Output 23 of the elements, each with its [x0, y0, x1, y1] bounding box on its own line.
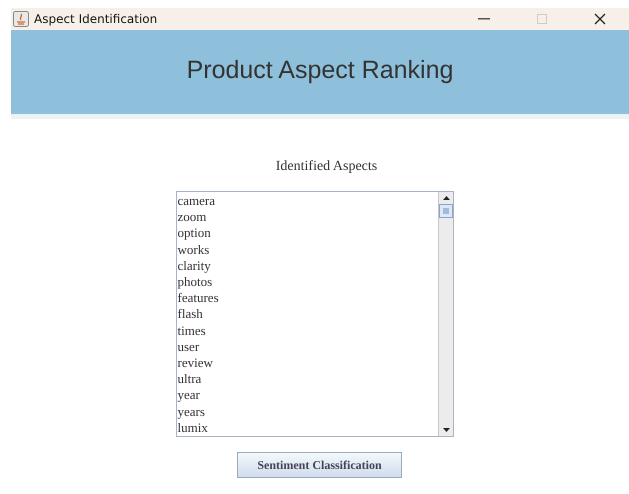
- list-item[interactable]: clarity: [178, 258, 438, 274]
- scrollbar[interactable]: [438, 192, 452, 436]
- sentiment-classification-button[interactable]: Sentiment Classification: [237, 452, 402, 478]
- list-item[interactable]: year: [178, 387, 438, 404]
- list-item[interactable]: times: [178, 322, 438, 339]
- list-item[interactable]: photos: [178, 274, 438, 290]
- list-item[interactable]: years: [178, 404, 438, 420]
- list-item[interactable]: flash: [178, 306, 438, 323]
- list-item[interactable]: user: [178, 338, 438, 356]
- aspect-list[interactable]: camera zoom option works clarity photos features flash times user review ultra year years lumix: [176, 191, 454, 437]
- list-label: Identified Aspects: [276, 159, 378, 175]
- list-item[interactable]: features: [178, 290, 438, 306]
- list-item[interactable]: lumix: [178, 420, 438, 436]
- list-item[interactable]: option: [178, 225, 438, 242]
- window-title: Aspect Identification: [34, 12, 158, 26]
- list-item[interactable]: review: [178, 355, 438, 372]
- list-item[interactable]: camera: [178, 193, 438, 210]
- list-item[interactable]: ultra: [178, 371, 438, 388]
- scroll-thumb[interactable]: [438, 204, 452, 218]
- banner-title: Product Aspect Ranking: [186, 56, 454, 86]
- list-item[interactable]: zoom: [178, 209, 438, 226]
- list-item[interactable]: works: [178, 242, 438, 258]
- app-icon: [13, 11, 29, 27]
